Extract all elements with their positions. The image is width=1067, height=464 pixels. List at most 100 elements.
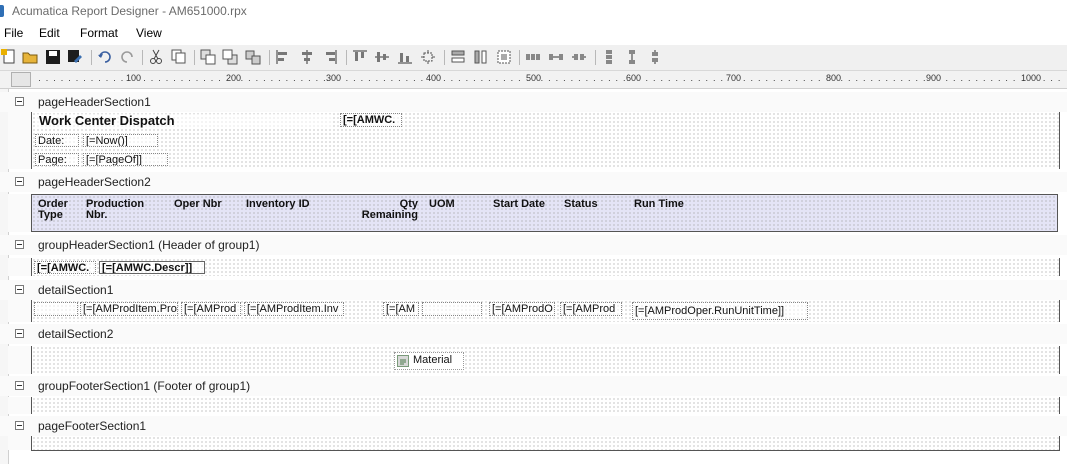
ruler-label: 1000 xyxy=(1021,73,1042,83)
align-middle-icon[interactable] xyxy=(374,49,391,65)
detail-field-run-time[interactable]: [=[AMProdOper.RunUnitTime]] xyxy=(632,302,808,320)
section-header-page-footer-1[interactable]: pageFooterSection1 xyxy=(0,416,1067,436)
col-oper-nbr[interactable]: Oper Nbr xyxy=(174,199,222,210)
section-body-group-footer-1[interactable] xyxy=(31,397,1060,414)
section-header-page-header-1[interactable]: pageHeaderSection1 xyxy=(0,92,1067,112)
date-label[interactable]: Date: xyxy=(35,134,79,147)
detail-field-qty[interactable]: [=[AM xyxy=(383,302,419,316)
vertical-spacing-decrease-icon[interactable] xyxy=(647,49,664,65)
section-label: pageHeaderSection1 xyxy=(38,95,151,109)
copy-icon[interactable] xyxy=(171,49,188,65)
align-right-icon[interactable] xyxy=(322,49,339,65)
page-label[interactable]: Page: xyxy=(35,153,79,166)
window-title: Acumatica Report Designer - AM651000.rpx xyxy=(12,4,247,18)
send-backward-icon[interactable] xyxy=(222,49,239,65)
section-body-page-footer-1[interactable] xyxy=(31,436,1060,451)
col-run-time[interactable]: Run Time xyxy=(634,199,684,210)
align-center-icon[interactable] xyxy=(299,49,316,65)
horizontal-spacing-equal-icon[interactable] xyxy=(525,49,542,65)
subreport-icon xyxy=(397,355,409,367)
col-qty-remaining[interactable]: Qty Remaining xyxy=(360,199,418,221)
new-report-icon[interactable] xyxy=(1,49,18,65)
group-objects-icon[interactable] xyxy=(245,49,262,65)
column-header-band[interactable]: Order Type Production Nbr. Oper Nbr Inve… xyxy=(31,194,1058,232)
ruler-label: 300 xyxy=(326,73,342,83)
vertical-spacing-equal-icon[interactable] xyxy=(601,49,618,65)
section-header-group-footer-1[interactable]: groupFooterSection1 (Footer of group1) xyxy=(0,376,1067,396)
detail-field-uom[interactable] xyxy=(422,302,482,316)
section-body-page-header-1[interactable]: Work Center Dispatch [=[AMWC. Date: [=No… xyxy=(31,112,1060,169)
horizontal-spacing-decrease-icon[interactable] xyxy=(571,49,588,65)
menu-edit[interactable]: Edit xyxy=(39,26,60,40)
save-as-icon[interactable] xyxy=(67,49,84,65)
detail-field-status[interactable]: [=[AMProd xyxy=(560,302,622,316)
section-header-detail-1[interactable]: detailSection1 xyxy=(0,280,1067,300)
align-top-icon[interactable] xyxy=(352,49,369,65)
col-uom[interactable]: UOM xyxy=(429,199,455,210)
collapse-icon[interactable] xyxy=(15,421,24,430)
collapse-icon[interactable] xyxy=(15,329,24,338)
bring-forward-icon[interactable] xyxy=(200,49,217,65)
section-body-detail-1[interactable]: [=[AMProdItem.Pro [=[AMProd [=[AMProdIte… xyxy=(31,300,1060,322)
collapse-icon[interactable] xyxy=(15,177,24,186)
same-size-icon[interactable] xyxy=(496,49,513,65)
align-left-icon[interactable] xyxy=(275,49,292,65)
same-width-icon[interactable] xyxy=(450,49,467,65)
ruler-label: 400 xyxy=(426,73,442,83)
workcenter-field[interactable]: [=[AMWC. xyxy=(340,113,402,127)
col-start-date[interactable]: Start Date xyxy=(493,199,545,210)
section-label: detailSection1 xyxy=(38,283,114,297)
horizontal-spacing-increase-icon[interactable] xyxy=(548,49,565,65)
detail-field-prod-oper[interactable]: [=[AMProd xyxy=(181,302,241,316)
menu-format[interactable]: Format xyxy=(80,26,118,40)
section-label: groupHeaderSection1 (Header of group1) xyxy=(38,238,260,252)
col-order-type[interactable]: Order Type xyxy=(38,199,68,221)
ruler-label: 200 xyxy=(226,73,242,83)
app-icon xyxy=(0,5,4,17)
section-header-page-header-2[interactable]: pageHeaderSection2 xyxy=(0,172,1067,192)
open-folder-icon[interactable] xyxy=(22,49,39,65)
menu-bar: File Edit Format View xyxy=(0,23,1067,43)
menu-view[interactable]: View xyxy=(136,26,162,40)
vertical-spacing-increase-icon[interactable] xyxy=(624,49,641,65)
save-icon[interactable] xyxy=(45,49,62,65)
page-field[interactable]: [=[PageOf]] xyxy=(83,153,168,166)
detail-field-blank[interactable] xyxy=(34,302,78,316)
date-field[interactable]: [=Now()] xyxy=(83,134,158,147)
section-body-detail-2[interactable]: Material xyxy=(31,346,1060,374)
report-title[interactable]: Work Center Dispatch xyxy=(37,114,332,128)
section-header-detail-2[interactable]: detailSection2 xyxy=(0,324,1067,344)
detail-field-inventory[interactable]: [=[AMProdItem.Inv xyxy=(244,302,344,316)
menu-file[interactable]: File xyxy=(4,26,23,40)
collapse-icon[interactable] xyxy=(15,97,24,106)
cut-icon[interactable] xyxy=(148,49,165,65)
detail-field-start-date[interactable]: [=[AMProdO xyxy=(489,302,555,316)
same-height-icon[interactable] xyxy=(473,49,490,65)
collapse-icon[interactable] xyxy=(15,285,24,294)
col-inventory-id[interactable]: Inventory ID xyxy=(246,199,310,210)
ruler-label: 800 xyxy=(826,73,842,83)
section-label: groupFooterSection1 (Footer of group1) xyxy=(38,379,251,393)
align-to-grid-icon[interactable] xyxy=(420,49,437,65)
title-bar: Acumatica Report Designer - AM651000.rpx xyxy=(0,0,1067,23)
collapse-icon[interactable] xyxy=(15,240,24,249)
ruler-label: 100 xyxy=(126,73,142,83)
col-production-nbr[interactable]: Production Nbr. xyxy=(86,199,144,221)
group-wc-id-field[interactable]: [=[AMWC. xyxy=(34,261,96,274)
subreport-label: Material xyxy=(413,354,453,366)
section-label: pageHeaderSection2 xyxy=(38,175,151,189)
horizontal-ruler: · · · · · · · · · · · · · · · · · · · · … xyxy=(0,71,1067,89)
ruler-corner xyxy=(11,72,31,87)
align-bottom-icon[interactable] xyxy=(397,49,414,65)
detail-field-prod-item[interactable]: [=[AMProdItem.Pro xyxy=(80,302,178,316)
collapse-icon[interactable] xyxy=(15,381,24,390)
section-body-group-header-1[interactable]: [=[AMWC. [=[AMWC.Descr]] xyxy=(31,258,1060,276)
col-status[interactable]: Status xyxy=(564,199,598,210)
toolbar xyxy=(0,45,1067,71)
group-wc-descr-field[interactable]: [=[AMWC.Descr]] xyxy=(99,261,205,274)
ruler-label: 900 xyxy=(926,73,942,83)
section-header-group-header-1[interactable]: groupHeaderSection1 (Header of group1) xyxy=(0,235,1067,255)
undo-icon[interactable] xyxy=(97,49,114,65)
redo-icon[interactable] xyxy=(119,49,136,65)
subreport-material[interactable]: Material xyxy=(394,352,464,370)
